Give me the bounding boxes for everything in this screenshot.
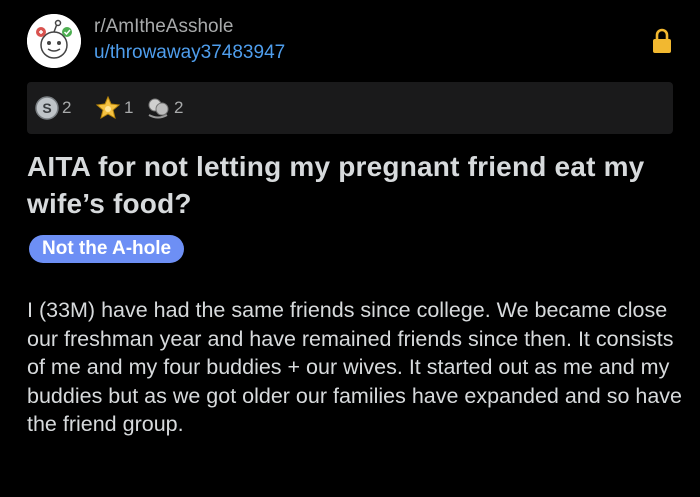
wholesome-hug-award-icon: [148, 98, 169, 119]
snoo-icon: [27, 14, 81, 68]
subreddit-avatar[interactable]: [27, 14, 81, 68]
post-author[interactable]: u/throwaway37483947: [94, 42, 285, 64]
award-hug[interactable]: 2: [145, 95, 183, 121]
post-flair[interactable]: Not the A-hole: [29, 235, 185, 263]
award-count: 1: [124, 98, 134, 117]
subreddit-name[interactable]: r/AmItheAsshole: [94, 16, 233, 38]
award-count: 2: [174, 98, 184, 117]
award-count: 2: [62, 98, 72, 117]
post-body: I (33M) have had the same friends since …: [27, 298, 682, 436]
award-silver[interactable]: S 2: [35, 95, 71, 121]
lock-icon: [653, 28, 671, 53]
gold-star-award-icon: [95, 96, 121, 120]
awards-bar[interactable]: S 2 1 2: [27, 82, 673, 134]
svg-text:S: S: [42, 100, 51, 116]
post-header: r/AmItheAsshole u/throwaway37483947: [27, 14, 673, 68]
silver-award-icon: S: [35, 96, 59, 120]
post-title: AITA for not letting my pregnant friend …: [27, 151, 645, 219]
award-gold[interactable]: 1: [95, 95, 133, 121]
